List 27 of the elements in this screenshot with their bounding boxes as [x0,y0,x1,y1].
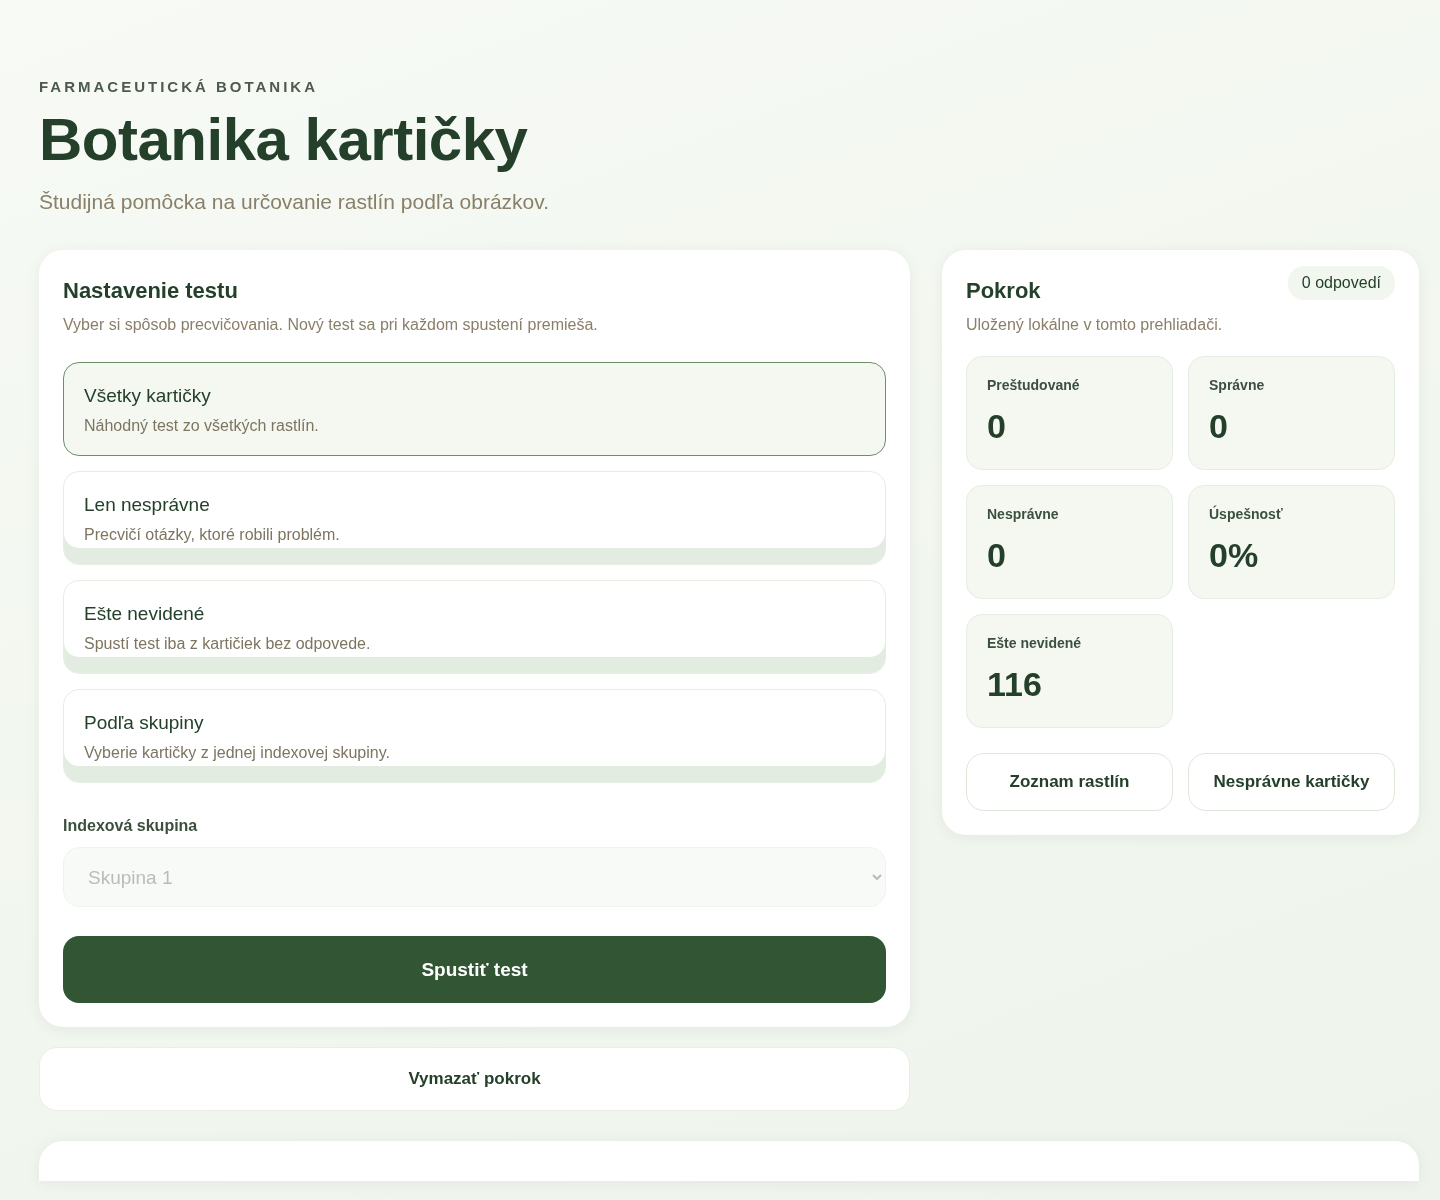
test-mode-option[interactable]: Len nesprávne Precvičí otázky, ktoré robili problém. [63,471,886,565]
progress-link-button[interactable]: Nesprávne kartičky [1188,753,1395,811]
stat-label: Ešte nevidené [987,635,1083,651]
stat-label: Preštudované [987,377,1081,393]
stat-value: 0 [1209,407,1229,446]
stat-value: 116 [987,665,1043,704]
stat-label: Nesprávne [987,506,1060,522]
answers-count-badge: 0 odpovedí [1287,266,1395,300]
stat-value: 0 [987,536,1007,575]
test-mode-option[interactable]: Všetky kartičky Náhodný test zo všetkých rastlín. [63,362,886,456]
card-title: Nastavenie testu [63,278,239,304]
stat-value: 0% [1209,536,1260,575]
stat-value: 0 [987,407,1007,446]
page-subtitle: Študijná pomôcka na určovanie rastlín podľa obrázkov. [39,190,551,214]
stat-label: Správne [1209,377,1266,393]
card-description: Uložený lokálne v tomto prehliadači. [966,316,1223,334]
test-mode-option[interactable]: Ešte nevidené Spustí test iba z kartičiek bez odpovede. [63,580,886,674]
card-title: Pokrok [966,278,1042,304]
eyebrow-label: FARMACEUTICKÁ BOTANIKA [39,78,320,95]
progress-link-button[interactable]: Zoznam rastlín [966,753,1173,811]
stat-label: Úspešnosť [1209,506,1284,522]
reset-progress-button[interactable]: Vymazať pokrok [39,1047,910,1111]
test-mode-option[interactable]: Podľa skupiny Vyberie kartičky z jednej indexovej skupiny. [63,689,886,783]
card-description: Vyber si spôsob precvičovania. Nový test sa pri každom spustení premieša. [63,316,599,334]
page-title: Botanika kartičky [39,105,529,174]
start-test-button[interactable]: Spustiť test [63,936,886,1003]
field-label: Indexová skupina [63,817,199,835]
